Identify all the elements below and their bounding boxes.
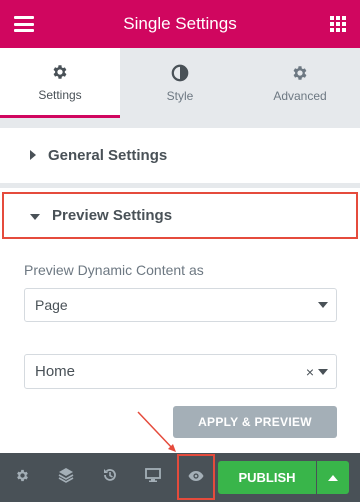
publish-options-button[interactable] <box>317 461 349 494</box>
layers-icon <box>58 467 74 488</box>
footer-responsive-button[interactable] <box>137 453 169 502</box>
footer-navigator-button[interactable] <box>50 453 82 502</box>
footer-history-button[interactable] <box>94 453 126 502</box>
footer-preview-button[interactable] <box>180 453 212 502</box>
footer-settings-button[interactable] <box>6 453 38 502</box>
caret-up-icon <box>328 474 338 481</box>
annotation-arrow <box>137 411 176 452</box>
publish-button[interactable]: PUBLISH <box>218 461 316 494</box>
desktop-icon <box>145 467 161 488</box>
history-icon <box>102 467 118 488</box>
eye-icon <box>188 469 204 487</box>
gear-icon <box>15 468 30 488</box>
